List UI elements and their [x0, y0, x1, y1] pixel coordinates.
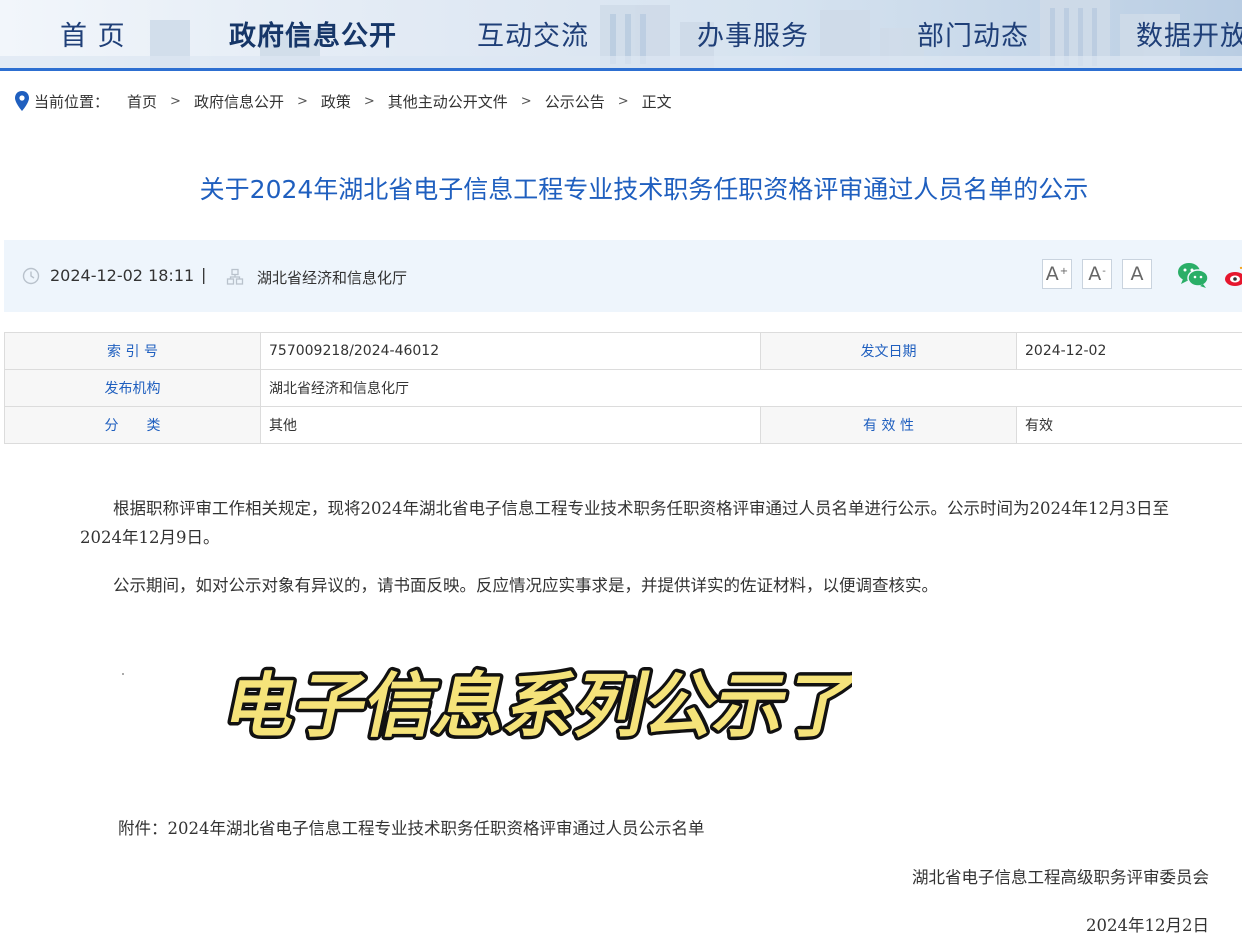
- organization-icon: [226, 268, 244, 286]
- breadcrumb-separator: >: [364, 94, 375, 109]
- nav-item-open-data[interactable]: 数据开放: [1136, 14, 1242, 53]
- nav-item-gov-info-disclosure[interactable]: 政府信息公开: [229, 14, 397, 53]
- breadcrumb-current[interactable]: 正文: [642, 91, 672, 112]
- issue-date-label: 发文日期: [761, 333, 1017, 370]
- breadcrumb-separator: >: [297, 94, 308, 109]
- font-reset-label: A: [1131, 263, 1144, 285]
- font-reset-button[interactable]: A: [1122, 259, 1152, 289]
- nav-item-department-news[interactable]: 部门动态: [917, 14, 1029, 53]
- breadcrumb-policy[interactable]: 政策: [321, 91, 351, 112]
- article-meta-bar: 2024-12-02 18:11 | 湖北省经济和信息化厅 A+ A- A: [4, 240, 1242, 312]
- article-title: 关于2024年湖北省电子信息工程专业技术职务任职资格评审通过人员名单的公示: [0, 170, 1242, 206]
- stray-dot: [122, 673, 124, 675]
- category-label: 分 类: [5, 407, 261, 444]
- breadcrumb: 当前位置： 首页 > 政府信息公开 > 政策 > 其他主动公开文件 > 公示公告…: [14, 90, 672, 112]
- breadcrumb-announcements[interactable]: 公示公告: [545, 91, 605, 112]
- nav-item-home[interactable]: 首 页: [60, 14, 126, 53]
- overlay-banner-text: 电子信息系列公示了: [212, 652, 852, 747]
- clock-icon: [22, 267, 40, 285]
- signature-org: 湖北省电子信息工程高级职务评审委员会: [912, 864, 1209, 888]
- document-info-table: 索 引 号 757009218/2024-46012 发文日期 2024-12-…: [4, 332, 1242, 444]
- font-increase-label: A: [1046, 263, 1059, 285]
- article-body: 根据职称评审工作相关规定，现将2024年湖北省电子信息工程专业技术职务任职资格评…: [80, 494, 1210, 600]
- meta-divider: |: [201, 265, 206, 284]
- top-navigation: 首 页 政府信息公开 互动交流 办事服务 部门动态 数据开放: [0, 0, 1242, 68]
- font-decrease-label: A: [1088, 263, 1101, 285]
- index-number-value: 757009218/2024-46012: [261, 333, 761, 370]
- nav-item-interaction[interactable]: 互动交流: [477, 14, 589, 53]
- font-increase-button[interactable]: A+: [1042, 259, 1072, 289]
- issue-date-value: 2024-12-02: [1017, 333, 1242, 370]
- issuing-agency-label: 发布机构: [5, 370, 261, 407]
- attachment-link[interactable]: 附件：2024年湖北省电子信息工程专业技术职务任职资格评审通过人员公示名单: [118, 815, 705, 839]
- breadcrumb-other-files[interactable]: 其他主动公开文件: [388, 91, 508, 112]
- publish-datetime: 2024-12-02 18:11: [50, 266, 194, 285]
- overlay-banner-label: 电子信息系列公示了: [218, 665, 852, 747]
- issuing-agency-value: 湖北省经济和信息化厅: [261, 370, 1242, 407]
- category-value: 其他: [261, 407, 761, 444]
- table-row: 发布机构 湖北省经济和信息化厅: [5, 370, 1242, 407]
- breadcrumb-prefix: 当前位置：: [34, 91, 109, 112]
- breadcrumb-separator: >: [618, 94, 629, 109]
- index-number-label: 索 引 号: [5, 333, 261, 370]
- font-decrease-sup: -: [1102, 266, 1106, 277]
- weibo-icon[interactable]: [1224, 264, 1242, 288]
- validity-value: 有效: [1017, 407, 1242, 444]
- location-pin-icon: [14, 91, 30, 111]
- font-decrease-button[interactable]: A-: [1082, 259, 1112, 289]
- body-paragraph: 根据职称评审工作相关规定，现将2024年湖北省电子信息工程专业技术职务任职资格评…: [80, 494, 1210, 552]
- nav-underline: [0, 68, 1242, 71]
- header-skyline-background: [0, 0, 1242, 68]
- breadcrumb-separator: >: [521, 94, 532, 109]
- wechat-icon[interactable]: [1176, 260, 1210, 290]
- nav-item-services[interactable]: 办事服务: [697, 14, 809, 53]
- validity-label: 有 效 性: [761, 407, 1017, 444]
- breadcrumb-separator: >: [170, 94, 181, 109]
- signature-date: 2024年12月2日: [1086, 912, 1209, 936]
- table-row: 索 引 号 757009218/2024-46012 发文日期 2024-12-…: [5, 333, 1242, 370]
- breadcrumb-home[interactable]: 首页: [127, 91, 157, 112]
- publisher-name: 湖北省经济和信息化厅: [257, 267, 407, 288]
- font-increase-sup: +: [1060, 266, 1068, 277]
- body-paragraph: 公示期间，如对公示对象有异议的，请书面反映。反应情况应实事求是，并提供详实的佐证…: [80, 571, 1210, 600]
- table-row: 分 类 其他 有 效 性 有效: [5, 407, 1242, 444]
- breadcrumb-gov-info[interactable]: 政府信息公开: [194, 91, 284, 112]
